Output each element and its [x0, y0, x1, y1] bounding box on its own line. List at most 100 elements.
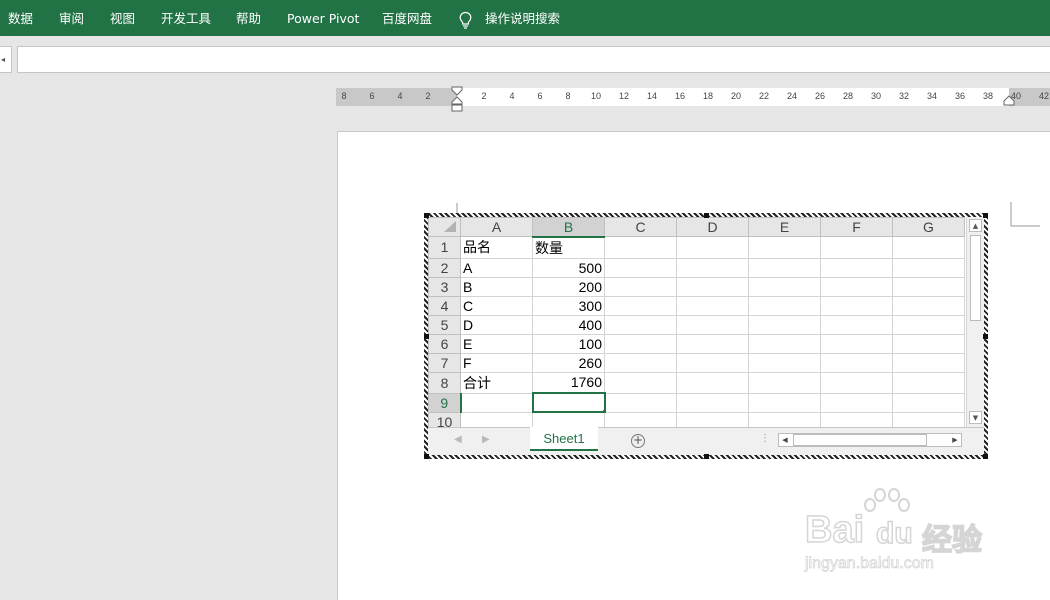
sheet-tab-sheet1[interactable]: Sheet1 [530, 427, 598, 451]
cell[interactable] [676, 295, 749, 316]
scroll-up-icon[interactable]: ▲ [969, 219, 982, 232]
cell[interactable] [748, 392, 821, 413]
resize-handle[interactable] [424, 213, 429, 218]
cell-a5[interactable]: D [460, 314, 533, 335]
cell-b8[interactable]: 1760 [532, 371, 605, 394]
cell[interactable] [604, 257, 677, 278]
resize-handle[interactable] [983, 213, 988, 218]
cell[interactable] [676, 392, 749, 413]
cell[interactable] [676, 236, 749, 259]
cell[interactable] [604, 295, 677, 316]
column-header-c[interactable]: C [604, 217, 677, 237]
cell[interactable] [748, 352, 821, 373]
plus-circle-icon[interactable]: + [631, 434, 645, 448]
tab-data[interactable]: 数据 [8, 0, 33, 36]
cell[interactable] [676, 352, 749, 373]
excel-worksheet[interactable]: A B C D E F G 1 品名 数量 2 A 500 3 B 200 4 … [428, 217, 984, 455]
scrollbar-thumb[interactable] [793, 434, 927, 446]
cell-a8[interactable]: 合计 [460, 371, 533, 394]
cell[interactable] [604, 333, 677, 354]
scroll-down-icon[interactable]: ▼ [969, 411, 982, 424]
scroll-right-icon[interactable]: ▶ [949, 434, 961, 446]
cell-b2[interactable]: 500 [532, 257, 605, 278]
scrollbar-thumb[interactable] [970, 235, 981, 321]
row-header[interactable]: 1 [428, 236, 461, 259]
cell[interactable] [820, 257, 893, 278]
expand-arrow[interactable]: ◂ [0, 46, 12, 73]
cell-b5[interactable]: 400 [532, 314, 605, 335]
cell[interactable] [676, 257, 749, 278]
cell[interactable] [820, 333, 893, 354]
lightbulb-icon[interactable] [458, 11, 473, 29]
cell[interactable] [820, 236, 893, 259]
resize-handle[interactable] [424, 334, 429, 339]
cell[interactable] [604, 236, 677, 259]
resize-handle[interactable] [704, 213, 709, 218]
cell-b1[interactable]: 数量 [532, 236, 605, 259]
cell[interactable] [748, 295, 821, 316]
column-header-e[interactable]: E [748, 217, 821, 237]
cell-b6[interactable]: 100 [532, 333, 605, 354]
tab-view[interactable]: 视图 [110, 0, 135, 36]
row-header[interactable]: 7 [428, 352, 461, 373]
tab-help[interactable]: 帮助 [236, 0, 261, 36]
cell[interactable] [604, 371, 677, 394]
cell[interactable] [604, 392, 677, 413]
tab-review[interactable]: 审阅 [59, 0, 84, 36]
worksheet-grid[interactable]: A B C D E F G 1 品名 数量 2 A 500 3 B 200 4 … [428, 217, 965, 432]
cell[interactable] [748, 314, 821, 335]
tab-developer[interactable]: 开发工具 [161, 0, 211, 36]
cell[interactable] [892, 314, 965, 335]
right-indent-marker[interactable] [1003, 95, 1015, 107]
cell-a3[interactable]: B [460, 276, 533, 297]
resize-handle[interactable] [983, 454, 988, 459]
vertical-scrollbar[interactable]: ▲ ▼ [966, 217, 984, 427]
cell-a6[interactable]: E [460, 333, 533, 354]
cell[interactable] [820, 392, 893, 413]
column-header-b[interactable]: B [532, 217, 605, 238]
row-header[interactable]: 3 [428, 276, 461, 297]
cell-b7[interactable]: 260 [532, 352, 605, 373]
cell[interactable] [676, 333, 749, 354]
cell[interactable] [892, 295, 965, 316]
cell[interactable] [676, 371, 749, 394]
cell-a9[interactable] [460, 392, 533, 413]
horizontal-ruler[interactable]: 8 6 4 2 2 4 6 8 10 12 14 16 18 20 22 24 … [336, 86, 1050, 112]
column-header-a[interactable]: A [460, 217, 533, 237]
cell[interactable] [820, 295, 893, 316]
row-header[interactable]: 4 [428, 295, 461, 316]
select-all-corner[interactable] [428, 217, 461, 237]
cell[interactable] [820, 314, 893, 335]
tab-baidu-netdisk[interactable]: 百度网盘 [382, 0, 432, 36]
cell[interactable] [748, 371, 821, 394]
first-line-indent-marker[interactable] [451, 86, 463, 113]
row-header[interactable]: 9 [428, 392, 462, 413]
cell[interactable] [892, 236, 965, 259]
cell[interactable] [820, 276, 893, 297]
cell[interactable] [604, 276, 677, 297]
cell[interactable] [892, 392, 965, 413]
cell-a1[interactable]: 品名 [460, 236, 533, 259]
cell[interactable] [892, 371, 965, 394]
cell-a4[interactable]: C [460, 295, 533, 316]
cell[interactable] [892, 257, 965, 278]
cell[interactable] [604, 352, 677, 373]
row-header[interactable]: 6 [428, 333, 461, 354]
fill-handle[interactable] [601, 409, 603, 410]
column-header-f[interactable]: F [820, 217, 893, 237]
cell[interactable] [892, 352, 965, 373]
resize-handle[interactable] [983, 334, 988, 339]
cell-b4[interactable]: 300 [532, 295, 605, 316]
cell[interactable] [748, 333, 821, 354]
horizontal-scrollbar[interactable]: ◀ ▶ [778, 433, 962, 447]
cell[interactable] [820, 352, 893, 373]
cell[interactable] [892, 276, 965, 297]
next-sheet-icon[interactable]: ▶ [482, 434, 490, 445]
cell-b3[interactable]: 200 [532, 276, 605, 297]
splitter-handle[interactable]: ⋮ [760, 433, 770, 444]
column-header-d[interactable]: D [676, 217, 749, 237]
row-header[interactable]: 8 [428, 371, 461, 394]
formula-input[interactable] [17, 46, 1050, 73]
prev-sheet-icon[interactable]: ◀ [454, 434, 462, 445]
tab-power-pivot[interactable]: Power Pivot [287, 0, 359, 36]
